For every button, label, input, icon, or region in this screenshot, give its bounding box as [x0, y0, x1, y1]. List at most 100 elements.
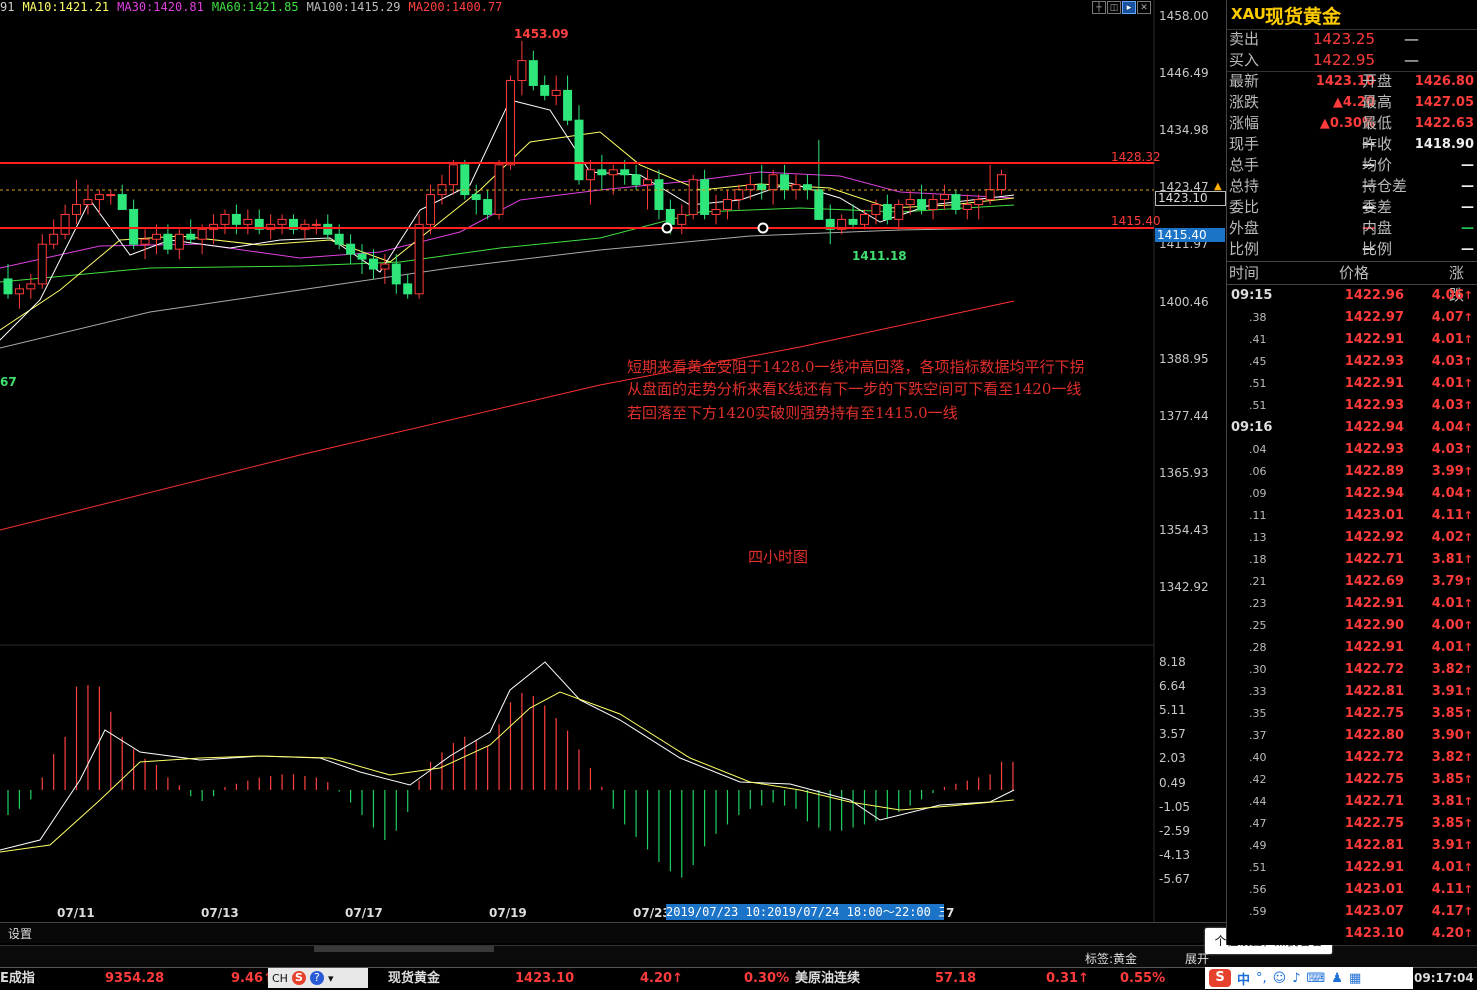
stat-label: 现手 — [1229, 135, 1260, 153]
tick-price: 1423.07 — [1344, 904, 1404, 919]
candle-body — [882, 204, 892, 220]
candle-body — [174, 233, 184, 250]
tick-time: .21 — [1249, 575, 1267, 588]
tick-time: 09:16 — [1231, 420, 1273, 435]
candle-body — [905, 199, 915, 206]
tick-row: .41 1422.91 4.01↑ — [1227, 329, 1477, 351]
tick-time: .30 — [1249, 663, 1267, 676]
ma-legend-item: MA10:1421.21 — [22, 0, 110, 14]
tag-label: 标签:黄金 — [1085, 952, 1138, 966]
tick-change-value: 3.91 — [1431, 684, 1464, 699]
candle-body — [631, 174, 641, 186]
up-arrow-icon: ↑ — [1463, 861, 1473, 874]
tick-price: 1422.97 — [1344, 310, 1404, 325]
sogou-icon[interactable]: S — [291, 971, 306, 985]
kline-chart[interactable]: ▲ — [0, 0, 1226, 922]
tick-price: 1422.75 — [1344, 772, 1404, 787]
stat-label: 涨幅 — [1229, 114, 1260, 132]
analysis-note-line-3: 若回落至下方1420实破则强势持有至1415.0一线 — [627, 404, 958, 422]
scroll-thumb[interactable] — [314, 946, 494, 952]
tick-change: 4.01↑ — [1409, 857, 1473, 879]
tick-time: .44 — [1249, 795, 1267, 808]
emoji-icon[interactable]: ☺ — [1273, 971, 1287, 986]
tick-change-value: 4.11 — [1431, 508, 1464, 523]
macd-dif-line — [0, 661, 1015, 851]
symbol-code: XAU — [1231, 5, 1266, 23]
quote-stat-row: 总持 — 持仓差 — — [1227, 176, 1477, 197]
price-axis-label: 1458.00 — [1159, 9, 1209, 23]
candle-body — [231, 213, 241, 225]
tick-change-value: 3.99 — [1431, 464, 1464, 479]
candle-body — [37, 243, 47, 285]
candle-body — [151, 233, 161, 240]
stat-label: 昨收 — [1362, 135, 1393, 153]
punctuation-icon[interactable]: °, — [1256, 971, 1267, 986]
sogou-icon[interactable]: S — [1209, 969, 1231, 987]
candle-body — [403, 283, 413, 295]
tick-price: 1422.71 — [1344, 794, 1404, 809]
tick-price: 1423.10 — [1344, 926, 1404, 941]
candle-body — [540, 84, 550, 96]
tick-price: 1422.91 — [1344, 596, 1404, 611]
skin-icon[interactable]: ♟ — [1331, 971, 1343, 986]
close-icon[interactable]: ✕ — [1137, 1, 1151, 14]
candle-body — [620, 169, 630, 176]
ticker-item: 9354.28 — [105, 971, 165, 986]
options-icon[interactable]: ▾ — [328, 972, 334, 985]
mic-icon[interactable]: ♪ — [1292, 971, 1300, 986]
stat-value: ▲4.20 — [1332, 95, 1375, 110]
date-label: 07/19 — [489, 906, 527, 920]
candle-body — [163, 233, 173, 250]
candle-body — [483, 199, 493, 215]
clock: 09:17:04 — [1414, 971, 1474, 985]
tick-row: .51 1422.91 4.01↑ — [1227, 857, 1477, 879]
expand-icon[interactable]: ▸ — [1122, 1, 1136, 14]
lang-ch[interactable]: CH — [272, 972, 288, 985]
ime-mode[interactable]: 中 — [1237, 969, 1250, 988]
candle-body — [49, 233, 59, 245]
tick-row: .04 1422.93 4.03↑ — [1227, 439, 1477, 461]
candle-body — [448, 164, 458, 186]
candle-body — [551, 89, 561, 96]
tick-change-value: 4.01 — [1431, 332, 1464, 347]
candle-body — [72, 204, 82, 215]
ticker-item: 0.31↑ — [1046, 971, 1089, 986]
tick-time: .42 — [1249, 773, 1267, 786]
settings-button[interactable]: 设置 — [8, 925, 32, 942]
tick-change-value: 4.20 — [1431, 926, 1464, 941]
chart-footer: 设置 — [0, 922, 1226, 943]
up-arrow-icon: ↑ — [1463, 597, 1473, 610]
up-arrow-icon: ↑ — [1463, 905, 1473, 918]
candle-body — [471, 194, 481, 201]
tick-change: 3.79↑ — [1409, 571, 1473, 593]
candle-body — [528, 60, 538, 86]
keyboard-icon[interactable]: ⌨ — [1307, 971, 1326, 986]
tick-row: .42 1422.75 3.85↑ — [1227, 769, 1477, 791]
stat-label: 委比 — [1229, 198, 1260, 216]
tick-time: .06 — [1249, 465, 1267, 478]
ticker-item: 0.55% — [1120, 971, 1166, 986]
tick-row: .44 1422.71 3.81↑ — [1227, 791, 1477, 813]
split-icon[interactable]: ◫ — [1107, 1, 1121, 14]
grid-icon[interactable]: ┼ — [1092, 1, 1106, 14]
up-arrow-icon: ↑ — [1463, 289, 1473, 302]
stat-label: 最新 — [1229, 72, 1260, 90]
tick-change: 4.17↑ — [1409, 901, 1473, 923]
macd-axis-label: 0.49 — [1159, 775, 1186, 790]
tick-time: .13 — [1249, 531, 1267, 544]
language-bar[interactable]: CH S ? ▾ — [268, 968, 368, 988]
tick-time: .41 — [1249, 333, 1267, 346]
candle-body — [665, 208, 675, 225]
candle-body — [985, 189, 995, 201]
candle-body — [323, 223, 333, 235]
tick-time: .23 — [1249, 597, 1267, 610]
tick-row: 09:15 1422.96 4.06↑ — [1227, 285, 1477, 307]
ma100-line — [0, 227, 1015, 349]
macd-axis-label: 5.11 — [1159, 703, 1186, 718]
tick-header: 时间 价格 涨跌 — [1227, 261, 1477, 304]
stat-label: 总手 — [1229, 156, 1260, 174]
grid-menu-icon[interactable]: ▦ — [1349, 971, 1361, 986]
help-icon[interactable]: ? — [309, 971, 324, 985]
tick-price: 1422.92 — [1344, 530, 1404, 545]
tick-change: 3.81↑ — [1409, 549, 1473, 571]
